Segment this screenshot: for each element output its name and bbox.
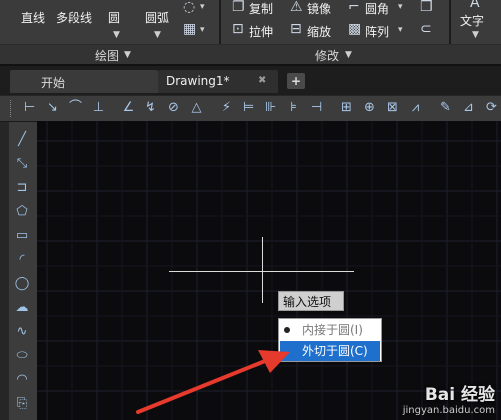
left-strip (0, 122, 9, 420)
stretch-button[interactable]: 拉伸 (249, 23, 273, 40)
watermark-brand: Bai 经验 (424, 385, 495, 405)
tab-start-label: 开始 (41, 76, 66, 90)
draw-toolbar: ╱ ⤡ ⊐ ⬠ ▭ ◜ ◯ ☁ ∿ ⬭ ◠ ⎘ (9, 122, 38, 420)
watermark-url: jingyan.baidu.com (402, 405, 495, 416)
ellipse-icon[interactable]: ⬭ (12, 346, 32, 366)
modify-panel-expand-icon[interactable]: ▼ (345, 50, 352, 60)
tab-drawing1-label: Drawing1* (166, 74, 230, 88)
mirror-icon: ⚠ (290, 0, 303, 15)
dimension-update-icon[interactable]: ⟳ (483, 99, 500, 116)
arc-icon[interactable]: ◜ (12, 250, 32, 270)
arc-dropdown-icon[interactable]: ▼ (154, 30, 161, 40)
line-icon[interactable]: ╱ (12, 130, 32, 150)
circumscribed-option-label: 外切于圆(C) (302, 344, 368, 358)
draw-panel: 直线 多段线 圆 ▼ 圆弧 ▼ ◌ ▾ ▦ ▾ (0, 0, 212, 44)
dimension-edit-icon[interactable]: ✎ (437, 99, 454, 116)
scale-icon: ⊟ (290, 21, 302, 37)
selected-bullet-icon (284, 327, 290, 333)
annotation-arrow (136, 350, 290, 414)
rectangle-icon[interactable]: ▭ (12, 226, 32, 246)
spline-icon[interactable]: ∿ (12, 322, 32, 342)
inspection-icon[interactable]: ⊠ (384, 99, 401, 116)
offset-icon[interactable]: ⊂ (420, 22, 432, 36)
jogged-linear-icon[interactable]: ⩘ (407, 99, 424, 116)
angular-dimension-icon[interactable]: △ (188, 99, 205, 116)
aligned-dimension-icon[interactable]: ↘ (44, 99, 61, 116)
array-dropdown-icon[interactable]: ▾ (398, 25, 403, 35)
new-tab-button[interactable]: + (287, 73, 305, 89)
continue-dimension-icon[interactable]: ⊪ (262, 99, 279, 116)
mirror-button[interactable]: 镜像 (307, 0, 331, 17)
array-button[interactable]: 阵列 (365, 23, 389, 40)
dimension-text-edit-icon[interactable]: ⊿ (460, 99, 477, 116)
command-prompt: 输入选项 (278, 291, 344, 311)
fillet-button[interactable]: 圆角 (365, 0, 389, 17)
dimension-toolbar: ⊢ ↘ ⌒ ⊥ ∠ ↯ ⊘ △ ⚡ ⊨ ⊪ ⊧ ⊣ ⊞ ⊕ ⊠ ⩘ ✎ ⊿ ⟳ (0, 95, 501, 122)
arc-length-icon[interactable]: ⌒ (67, 99, 84, 116)
close-icon[interactable]: ✖ (258, 75, 266, 86)
circle-dropdown-icon[interactable]: ▼ (113, 30, 120, 40)
baseline-dimension-icon[interactable]: ⊨ (240, 99, 257, 116)
stretch-icon: ⊡ (232, 21, 244, 37)
revision-cloud-icon[interactable]: ☁ (12, 298, 32, 318)
fillet-dropdown-icon[interactable]: ▾ (398, 2, 403, 12)
diameter-dimension-icon[interactable]: ⊘ (165, 99, 182, 116)
crosshair-vertical (262, 237, 263, 303)
polyline-button[interactable]: 多段线 (56, 9, 92, 26)
text-dropdown-icon[interactable]: ▼ (472, 30, 479, 40)
document-tab-bar: 开始 Drawing1* ✖ + (0, 64, 501, 96)
circle-button[interactable]: 圆 (108, 9, 120, 26)
ribbon-panel-labels: 绘图 ▼ 修改 ▼ (0, 44, 501, 65)
arc-button[interactable]: 圆弧 (145, 9, 169, 26)
dimension-space-icon[interactable]: ⊧ (285, 99, 302, 116)
draw-panel-label[interactable]: 绘图 (95, 47, 119, 64)
jogged-dimension-icon[interactable]: ↯ (142, 99, 159, 116)
center-mark-icon[interactable]: ⊕ (361, 99, 378, 116)
radius-dimension-icon[interactable]: ∠ (120, 99, 137, 116)
toolbar-grip[interactable] (10, 100, 14, 117)
tab-start[interactable]: 开始 (10, 70, 158, 93)
copy-icon: ❐ (232, 0, 245, 15)
modify-panel: ❐ 复制 ⚠ 镜像 ⌐ 圆角 ▾ ❒ ⊡ 拉伸 ⊟ 缩放 ▩ 阵列 ▾ ⊂ (222, 0, 450, 44)
polygon-icon[interactable]: ⬠ (12, 202, 32, 222)
inscribed-option-label: 内接于圆(I) (302, 323, 363, 337)
ellipse-icon[interactable]: ◌ (183, 0, 195, 14)
array-icon: ▩ (348, 21, 362, 37)
inscribed-option[interactable]: 内接于圆(I) (280, 320, 380, 340)
tab-drawing1[interactable]: Drawing1* ✖ (158, 70, 278, 93)
hatch-dropdown-icon[interactable]: ▾ (200, 25, 205, 35)
circle-icon[interactable]: ◯ (12, 274, 32, 294)
modify-panel-label[interactable]: 修改 (315, 47, 339, 64)
draw-panel-expand-icon[interactable]: ▼ (124, 50, 131, 60)
text-icon: A (470, 0, 480, 11)
copy-button[interactable]: 复制 (249, 0, 273, 17)
construction-line-icon[interactable]: ⤡ (12, 154, 32, 174)
ellipse-dropdown-icon[interactable]: ▾ (200, 2, 205, 12)
hatch-icon[interactable]: ▦ (183, 22, 196, 36)
text-button[interactable]: 文字 (460, 12, 484, 29)
ellipse-arc-icon[interactable]: ◠ (12, 370, 32, 390)
dimension-break-icon[interactable]: ⊣ (308, 99, 325, 116)
watermark: Bai 经验 jingyan.baidu.com (403, 380, 495, 416)
linear-dimension-icon[interactable]: ⊢ (21, 99, 38, 116)
polyline-icon[interactable]: ⊐ (12, 178, 32, 198)
line-button[interactable]: 直线 (21, 9, 45, 26)
scale-button[interactable]: 缩放 (307, 23, 331, 40)
quick-dimension-icon[interactable]: ⚡ (218, 99, 235, 116)
ordinate-dimension-icon[interactable]: ⊥ (90, 99, 107, 116)
fillet-icon: ⌐ (348, 0, 360, 15)
explode-icon[interactable]: ❒ (420, 0, 433, 14)
insert-block-icon[interactable]: ⎘ (12, 394, 32, 414)
tolerance-icon[interactable]: ⊞ (338, 99, 355, 116)
